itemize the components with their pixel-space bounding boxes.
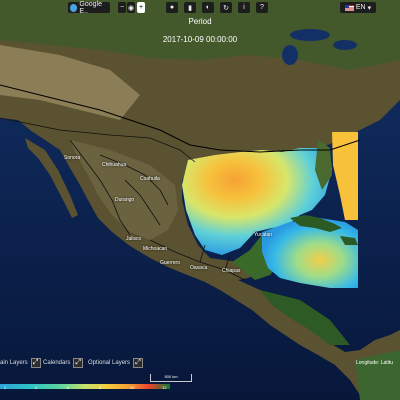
toolbar: Google E.. − ◉ + ● ▮ ◐ ↻ i ? EN ▾ <box>0 0 400 15</box>
place-label: Guerrero <box>160 260 181 266</box>
expand-icon: ⤢ <box>73 358 84 368</box>
calendars-label: Calendars <box>43 360 71 366</box>
legend-tick: 10 <box>130 385 135 390</box>
place-label: Chihuahua <box>102 162 127 168</box>
globe-icon <box>70 3 78 12</box>
period-title: Period <box>188 17 212 26</box>
calendars-button[interactable]: Calendars ⤢ <box>43 358 84 368</box>
place-label: Jalisco <box>126 236 142 242</box>
drop-icon[interactable]: ● <box>166 2 178 13</box>
help-icon[interactable]: ? <box>256 2 268 13</box>
map-canvas[interactable] <box>0 0 400 400</box>
caret-down-icon: ▾ <box>367 4 372 12</box>
main-layers-label: ain Layers <box>0 360 28 366</box>
info-icon[interactable]: i <box>238 2 250 13</box>
place-label: Sonora <box>64 155 81 161</box>
legend-ticks: 2 4 6 8 10 12 <box>0 385 170 390</box>
legend-tick: 12 <box>162 385 167 390</box>
place-label: Yucatan <box>254 232 273 238</box>
legend-tick: 6 <box>67 385 70 390</box>
place-label: Coahuila <box>140 176 160 182</box>
refresh-icon[interactable]: ↻ <box>220 2 232 13</box>
legend-tick: 8 <box>99 385 102 390</box>
basemap-dropdown[interactable]: Google E.. <box>68 0 110 15</box>
place-label: Durango <box>115 197 135 203</box>
globe-settings-icon[interactable]: ◐ <box>202 2 214 13</box>
optional-layers-label: Optional Layers <box>88 360 131 366</box>
eye-icon[interactable]: ◉ <box>127 2 135 13</box>
us-flag-icon <box>344 4 354 11</box>
main-layers-button[interactable]: ain Layers ⤢ <box>0 358 41 368</box>
zoom-in-button[interactable]: + <box>137 2 145 13</box>
scale-label: 500 km <box>164 374 178 379</box>
expand-icon: ⤢ <box>133 358 144 368</box>
language-label: EN <box>355 4 366 11</box>
optional-layers-button[interactable]: Optional Layers ⤢ <box>88 358 144 368</box>
place-label: Chiapas <box>222 268 241 274</box>
legend-tick: 2 <box>4 385 7 390</box>
basemap-selected-label: Google E.. <box>79 0 102 15</box>
period-datetime: 2017-10-09 00:00:00 <box>162 35 238 44</box>
legend-tick: 4 <box>35 385 38 390</box>
place-label: Michoacan <box>143 246 168 252</box>
language-dropdown[interactable]: EN ▾ <box>340 2 376 13</box>
zoom-out-button[interactable]: − <box>118 2 126 13</box>
expand-icon: ⤢ <box>30 358 41 368</box>
place-label: Oaxaca <box>190 265 208 271</box>
bar-chart-icon[interactable]: ▮ <box>184 2 196 13</box>
coordinate-readout: Longitude: Latitu <box>356 360 393 366</box>
